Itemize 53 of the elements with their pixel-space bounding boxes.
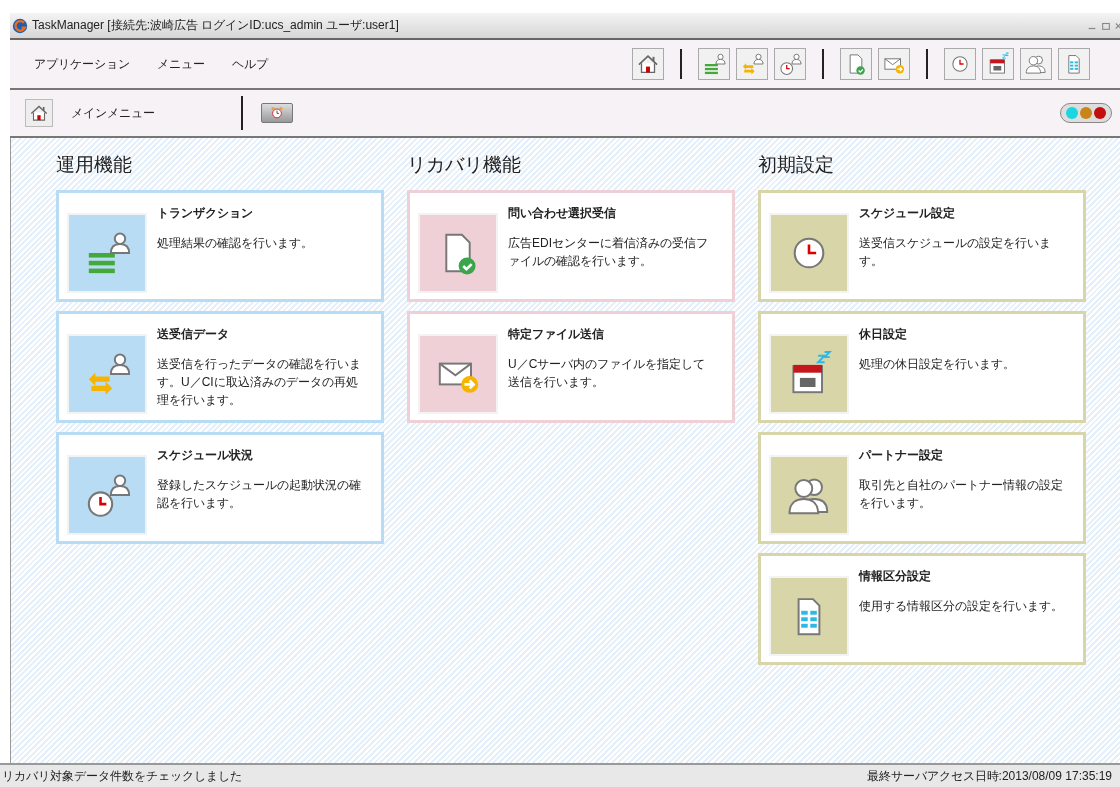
app-logo-icon (12, 17, 28, 34)
menu-card[interactable]: 特定ファイル送信 U／Cサーバ内のファイルを指定して送信を行います。 (407, 311, 735, 423)
menu-card[interactable]: パートナー設定 取引先と自社のパートナー情報の設定を行います。 (758, 432, 1086, 544)
menu-card[interactable]: トランザクション 処理結果の確認を行います。 (56, 190, 384, 302)
window-title: TaskManager [接続先:波崎広告 ログインID:ucs_admin ユーザ:user1] (32, 17, 400, 34)
toolbar-button[interactable] (774, 48, 806, 80)
card-title: スケジュール設定 (859, 205, 956, 222)
card-description: 送受信スケジュールの設定を行います。 (859, 235, 1052, 270)
menu-card[interactable]: 問い合わせ選択受信 広告EDIセンターに着信済みの受信ファイルの確認を行います。 (407, 190, 735, 302)
toolbar-button[interactable] (982, 48, 1014, 80)
card-description: 送受信を行ったデータの確認を行います。U／CIに取込済みのデータの再処理を行います。 (157, 356, 362, 409)
card-description: 登録したスケジュールの起動状況の確認を行います。 (157, 477, 362, 512)
menu-item[interactable]: メニュー (157, 55, 205, 73)
menu-card[interactable]: スケジュール状況 登録したスケジュールの起動状況の確認を行います。 (56, 432, 384, 544)
card-description: 使用する情報区分の設定を行います。 (859, 598, 1064, 615)
last-access-time: 最終サーバアクセス日時:2013/08/09 17:35:19 (866, 767, 1112, 785)
card-title: トランザクション (157, 205, 254, 222)
toolbar-button[interactable] (878, 48, 910, 80)
close-icon[interactable] (1115, 20, 1120, 31)
card-title: 問い合わせ選択受信 (508, 205, 617, 222)
toolbar-button[interactable] (1020, 48, 1052, 80)
status-message: リカバリ対象データ件数をチェックしました (2, 767, 242, 785)
alarm-button[interactable] (261, 103, 293, 123)
menu-item[interactable]: アプリケーション (34, 55, 130, 73)
card-description: 処理結果の確認を行います。 (157, 235, 314, 252)
clock-person-icon (777, 51, 803, 77)
card-title: スケジュール状況 (157, 447, 254, 464)
card-description: 処理の休日設定を行います。 (859, 356, 1016, 373)
card-description: 広告EDIセンターに着信済みの受信ファイルの確認を行います。 (508, 235, 709, 270)
toolbar-button[interactable] (632, 48, 664, 80)
home-button[interactable] (25, 99, 53, 127)
section-heading: 運用機能 (56, 153, 133, 177)
card-title: パートナー設定 (859, 447, 944, 464)
card-title: 送受信データ (157, 326, 230, 343)
toolbar-button[interactable] (698, 48, 730, 80)
maximize-icon[interactable] (1101, 20, 1111, 31)
menu-card[interactable]: 送受信データ 送受信を行ったデータの確認を行います。U／CIに取込済みのデータの再処理を行います。 (56, 311, 384, 423)
menu-card[interactable]: スケジュール設定 送受信スケジュールの設定を行います。 (758, 190, 1086, 302)
card-title: 休日設定 (859, 326, 908, 343)
card-description: U／Cサーバ内のファイルを指定して送信を行います。 (508, 356, 707, 391)
card-title: 特定ファイル送信 (508, 326, 605, 343)
alarm-clock-icon (269, 105, 285, 121)
section-heading: リカバリ機能 (407, 153, 522, 177)
menu-item[interactable]: ヘルプ (232, 55, 268, 73)
menu-card[interactable]: 情報区分設定 使用する情報区分の設定を行います。 (758, 553, 1086, 665)
card-description: 取引先と自社のパートナー情報の設定を行います。 (859, 477, 1064, 512)
card-title: 情報区分設定 (859, 568, 932, 585)
section-heading: 初期設定 (758, 153, 835, 177)
breadcrumb-label: メインメニュー (71, 104, 156, 122)
toolbar-button[interactable] (840, 48, 872, 80)
toolbar-button[interactable] (944, 48, 976, 80)
toolbar-button[interactable] (1058, 48, 1090, 80)
menu-card[interactable]: 休日設定 処理の休日設定を行います。 (758, 311, 1086, 423)
